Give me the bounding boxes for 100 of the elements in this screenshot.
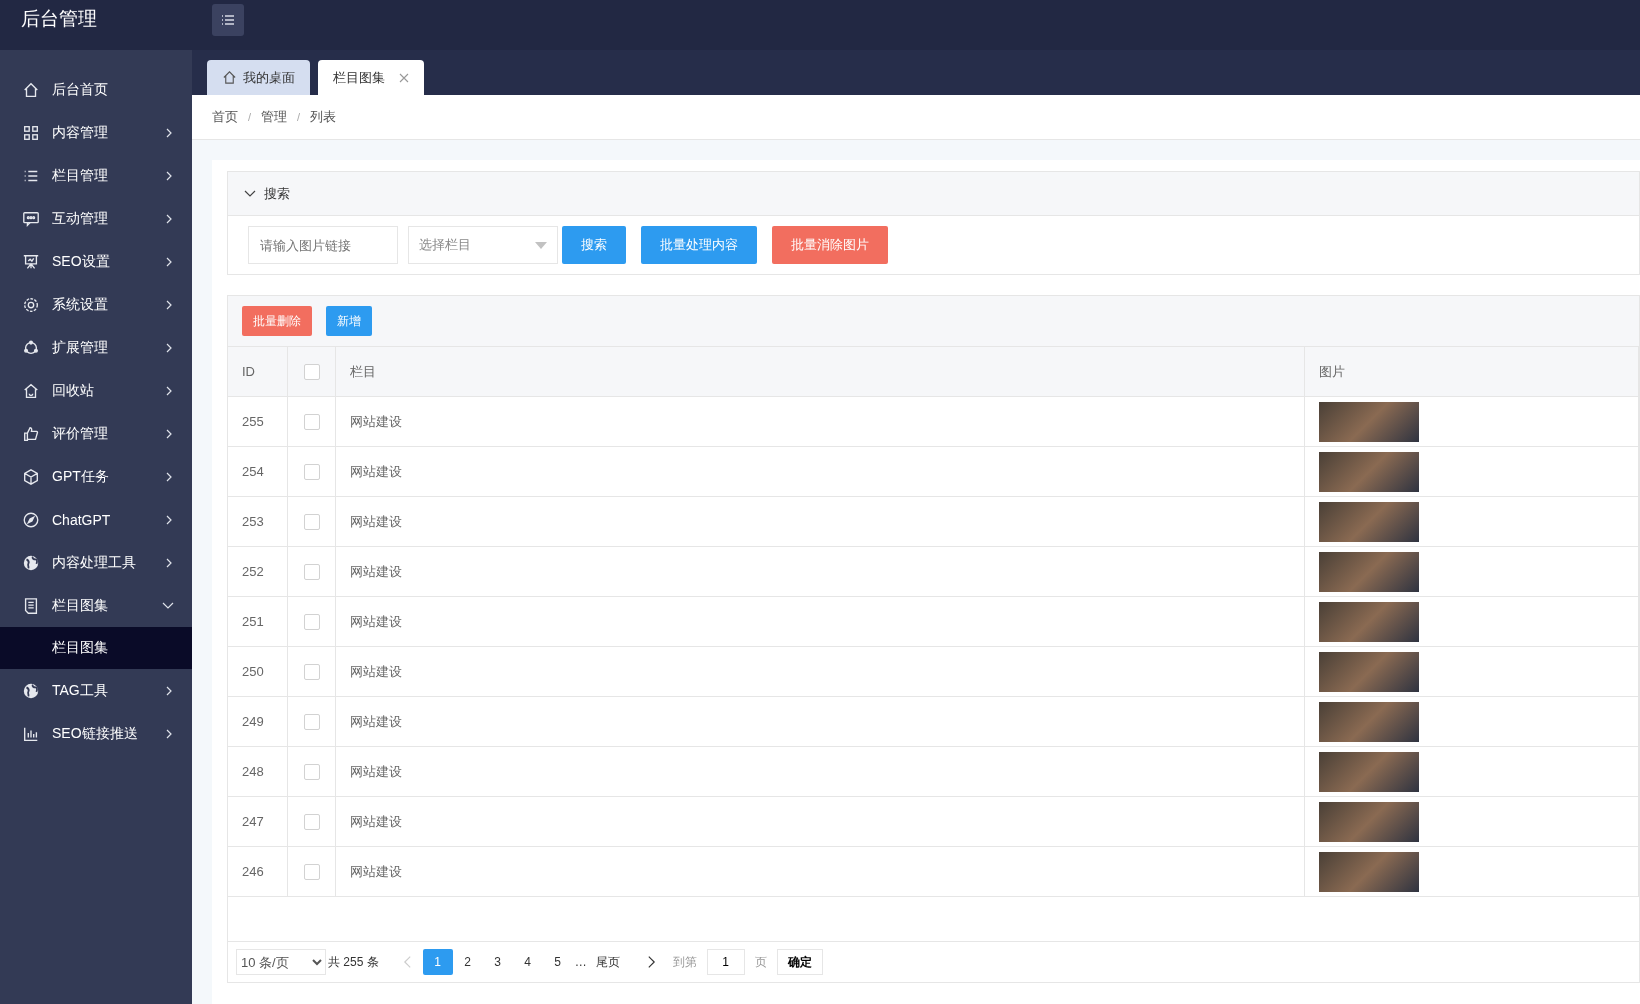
sidebar-item-label: 内容处理工具 [52,553,137,572]
document-icon [22,596,40,615]
globe-icon [22,681,40,700]
home-icon [222,70,237,85]
page-button[interactable]: 3 [482,949,513,975]
page-size-select[interactable]: 10 条/页 [236,949,326,975]
page-button[interactable]: 5 [542,949,573,975]
column-header: ID [228,347,288,397]
checkbox[interactable] [303,363,320,380]
table-cell: 网站建设 [336,797,1305,847]
sidebar-item[interactable]: 内容管理 [0,111,192,154]
table-cell: 网站建设 [336,747,1305,797]
sidebar-item-label: TAG工具 [52,681,109,700]
page-unit: 页 [754,953,767,971]
column-header: 图片 [1305,347,1639,397]
dropdown-caret-icon [535,241,547,249]
page-number-field[interactable]: 1 [706,949,745,975]
table-cell: 246 [228,847,288,897]
confirm-button[interactable]: 确定 [776,949,823,975]
table-cell: 网站建设 [336,597,1305,647]
sidebar-subitem[interactable]: 栏目图集 [0,627,192,669]
globe-icon [22,553,40,572]
sidebar-item[interactable]: SEO链接推送 [0,712,192,755]
table-cell: 255 [228,397,288,447]
sidebar-item[interactable]: 内容处理工具 [0,541,192,584]
breadcrumb-link[interactable]: 首页 [212,108,238,126]
search-panel-header[interactable]: 搜索 [228,172,1639,216]
table-cell: 网站建设 [336,647,1305,697]
checkbox[interactable] [303,463,320,480]
sidebar-item[interactable]: TAG工具 [0,669,192,712]
table-cell: 251 [228,597,288,647]
close-icon[interactable] [399,72,409,83]
checkbox[interactable] [303,613,320,630]
breadcrumb-link[interactable]: 管理 [261,108,288,126]
sidebar-item-label: 内容管理 [52,123,109,142]
sidebar-item[interactable]: 栏目图集 [0,584,192,627]
page-button[interactable]: 2 [452,949,483,975]
checkbox[interactable] [303,663,320,680]
checkbox[interactable] [303,813,320,830]
sidebar-item-label: 评价管理 [52,424,109,443]
sidebar-item[interactable]: 扩展管理 [0,326,192,369]
table-cell: 247 [228,797,288,847]
home-icon [22,80,40,99]
grid-icon [22,123,40,142]
table-cell: 250 [228,647,288,697]
table-cell: 网站建设 [336,547,1305,597]
sidebar-item[interactable]: 评价管理 [0,412,192,455]
ellipsis: … [574,955,587,969]
table-cell: 249 [228,697,288,747]
checkbox[interactable] [303,513,320,530]
gear-icon [22,295,40,314]
image-link-field[interactable]: 请输入图片链接 [248,226,398,264]
category-select[interactable]: 选择栏目 [408,226,558,264]
breadcrumb-separator: / [248,111,252,123]
sidebar-item-label: GPT任务 [52,467,110,486]
checkbox[interactable] [303,713,320,730]
sidebar-item-label: SEO设置 [52,252,111,271]
sidebar-item-label: 后台首页 [52,80,109,99]
presentation-icon [22,252,40,271]
compass-icon [22,510,40,529]
house-icon [22,381,40,400]
goto-label: 到第 [672,953,697,971]
column-header: 栏目 [336,347,1305,397]
menu-icon[interactable] [212,4,244,36]
page-button[interactable]: 4 [512,949,543,975]
table-cell: 网站建设 [336,497,1305,547]
sidebar-item-label: 栏目管理 [52,166,109,185]
thumbs-up-icon [22,424,40,443]
tab[interactable]: 我的桌面 [207,60,310,95]
table-cell: 253 [228,497,288,547]
total-count: 共 255 条 [328,953,379,971]
sidebar-item[interactable]: GPT任务 [0,455,192,498]
checkbox[interactable] [303,763,320,780]
breadcrumb-separator: / [297,111,301,123]
table-cell: 252 [228,547,288,597]
sidebar-item[interactable]: 互动管理 [0,197,192,240]
table-cell: 网站建设 [336,397,1305,447]
checkbox[interactable] [303,413,320,430]
chevron-down-icon [244,188,256,199]
checkbox[interactable] [303,563,320,580]
sidebar-item[interactable]: 系统设置 [0,283,192,326]
sidebar-item-label: 系统设置 [52,295,109,314]
sidebar-item[interactable]: SEO设置 [0,240,192,283]
sidebar-item[interactable]: ChatGPT [0,498,192,541]
sidebar-item[interactable]: 栏目管理 [0,154,192,197]
sidebar-item-label: SEO链接推送 [52,724,139,743]
chat-icon [22,209,40,228]
sidebar-item-label: 回收站 [52,381,95,400]
checkbox[interactable] [303,863,320,880]
cube-icon [22,467,40,486]
sidebar-item[interactable]: 回收站 [0,369,192,412]
sidebar-item-label: 互动管理 [52,209,109,228]
last-page-button[interactable]: 尾页 [592,949,623,975]
sidebar-item-label: 扩展管理 [52,338,109,357]
tab[interactable]: 栏目图集 [318,60,424,95]
table-cell: 网站建设 [336,697,1305,747]
sidebar-item[interactable]: 后台首页 [0,68,192,111]
sidebar-item-label: 栏目图集 [52,596,109,615]
breadcrumb-link[interactable]: 列表 [310,108,337,126]
app-title: 后台管理 [20,7,98,31]
